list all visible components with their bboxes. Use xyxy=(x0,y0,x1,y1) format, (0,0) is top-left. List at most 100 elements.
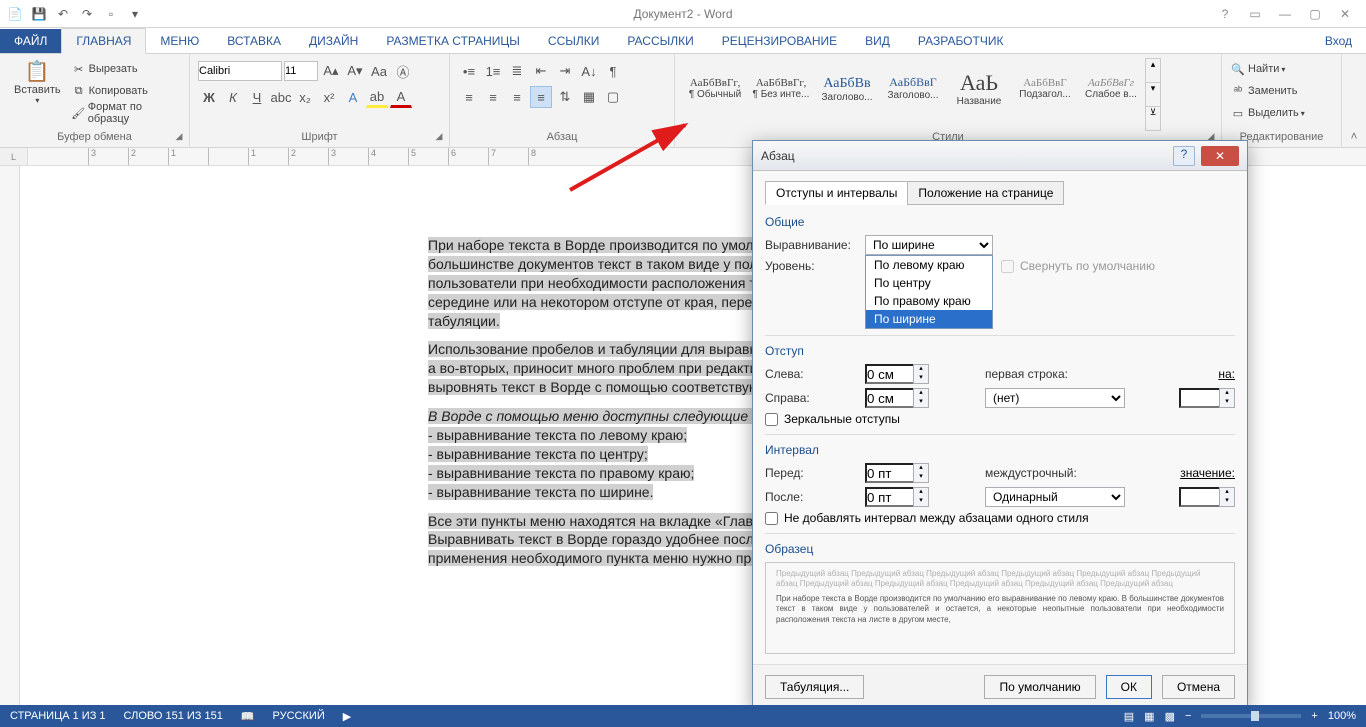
tabs-button[interactable]: Табуляция... xyxy=(765,675,864,699)
zoom-slider[interactable] xyxy=(1201,714,1301,718)
align-option-justify[interactable]: По ширине xyxy=(866,310,992,328)
text-effects-icon[interactable]: A xyxy=(342,86,364,108)
maximize-icon[interactable]: ▢ xyxy=(1302,7,1328,21)
italic-icon[interactable]: К xyxy=(222,86,244,108)
tab-developer[interactable]: РАЗРАБОТЧИК xyxy=(904,29,1018,53)
tab-file[interactable]: ФАЙЛ xyxy=(0,29,61,53)
line-spacing-icon[interactable]: ⇅ xyxy=(554,86,576,108)
numbering-icon[interactable]: 1≡ xyxy=(482,60,504,82)
font-name-input[interactable] xyxy=(198,61,282,81)
view-read-icon[interactable]: ▤ xyxy=(1124,710,1134,723)
spacing-before-input[interactable] xyxy=(865,463,913,483)
dialog-close-icon[interactable]: ✕ xyxy=(1201,146,1239,166)
strike-icon[interactable]: abc xyxy=(270,86,292,108)
borders-icon[interactable]: ▢ xyxy=(602,86,624,108)
style-heading2[interactable]: АаБбВвГЗаголово... xyxy=(881,58,945,118)
close-window-icon[interactable]: ✕ xyxy=(1332,7,1358,21)
dialog-tab-pagination[interactable]: Положение на странице xyxy=(907,181,1064,205)
dialog-titlebar[interactable]: Абзац ? ✕ xyxy=(753,141,1247,171)
bold-icon[interactable]: Ж xyxy=(198,86,220,108)
sort-icon[interactable]: A↓ xyxy=(578,60,600,82)
no-space-same-style-checkbox[interactable] xyxy=(765,512,778,525)
alignment-select[interactable]: По ширине xyxy=(865,235,993,255)
cancel-button[interactable]: Отмена xyxy=(1162,675,1235,699)
spinner-down-icon[interactable]: ▾ xyxy=(914,374,928,383)
highlight-icon[interactable]: ab xyxy=(366,86,388,108)
shrink-font-icon[interactable]: A▾ xyxy=(344,60,366,82)
tab-view[interactable]: ВИД xyxy=(851,29,904,53)
paste-button[interactable]: 📋 Вставить ▾ xyxy=(8,56,67,107)
multilevel-icon[interactable]: ≣ xyxy=(506,60,528,82)
qat-more-icon[interactable]: ▾ xyxy=(126,5,144,23)
status-page[interactable]: СТРАНИЦА 1 ИЗ 1 xyxy=(10,710,106,722)
view-print-icon[interactable]: ▦ xyxy=(1144,710,1154,723)
view-web-icon[interactable]: ▩ xyxy=(1165,710,1175,723)
ruler-vertical[interactable] xyxy=(0,166,20,705)
styles-down-icon[interactable]: ▾ xyxy=(1146,82,1160,106)
mirror-indents-checkbox[interactable] xyxy=(765,413,778,426)
show-marks-icon[interactable]: ¶ xyxy=(602,60,624,82)
status-macro-icon[interactable]: ▶ xyxy=(343,710,351,723)
format-painter-button[interactable]: 🖌Формат по образцу xyxy=(71,102,181,124)
tab-design[interactable]: ДИЗАЙН xyxy=(295,29,372,53)
style-normal[interactable]: АаБбВвГг,¶ Обычный xyxy=(683,58,747,118)
new-icon[interactable]: ▫ xyxy=(102,5,120,23)
subscript-icon[interactable]: x₂ xyxy=(294,86,316,108)
zoom-level[interactable]: 100% xyxy=(1328,710,1356,722)
tab-mailings[interactable]: РАССЫЛКИ xyxy=(613,29,707,53)
undo-icon[interactable]: ↶ xyxy=(54,5,72,23)
increase-indent-icon[interactable]: ⇥ xyxy=(554,60,576,82)
align-center-icon[interactable]: ≡ xyxy=(482,86,504,108)
status-language[interactable]: РУССКИЙ xyxy=(273,710,325,722)
status-words[interactable]: СЛОВО 151 ИЗ 151 xyxy=(124,710,223,722)
dialog-help-icon[interactable]: ? xyxy=(1173,146,1195,166)
bullets-icon[interactable]: •≡ xyxy=(458,60,480,82)
spinner-up-icon[interactable]: ▴ xyxy=(914,389,928,398)
replace-button[interactable]: ᵃᵇЗаменить xyxy=(1230,80,1297,102)
align-option-center[interactable]: По центру xyxy=(866,274,992,292)
find-button[interactable]: 🔍Найти▾ xyxy=(1230,58,1285,80)
underline-icon[interactable]: Ч xyxy=(246,86,268,108)
clear-format-icon[interactable]: Ⓐ xyxy=(392,60,414,82)
collapse-ribbon-icon[interactable]: ˄ xyxy=(1342,54,1366,147)
superscript-icon[interactable]: x² xyxy=(318,86,340,108)
cut-button[interactable]: ✂Вырезать xyxy=(71,58,181,80)
align-option-left[interactable]: По левому краю xyxy=(866,256,992,274)
line-spacing-select[interactable]: Одинарный xyxy=(985,487,1125,507)
ok-button[interactable]: ОК xyxy=(1106,675,1152,699)
status-proofing-icon[interactable]: 📖 xyxy=(241,710,255,723)
set-default-button[interactable]: По умолчанию xyxy=(984,675,1095,699)
redo-icon[interactable]: ↷ xyxy=(78,5,96,23)
font-color-icon[interactable]: A xyxy=(390,86,412,108)
align-right-icon[interactable]: ≡ xyxy=(506,86,528,108)
style-title[interactable]: АаЬНазвание xyxy=(947,58,1011,118)
indent-left-input[interactable] xyxy=(865,364,913,384)
tab-review[interactable]: РЕЦЕНЗИРОВАНИЕ xyxy=(708,29,851,53)
help-icon[interactable]: ? xyxy=(1212,7,1238,21)
spacing-after-input[interactable] xyxy=(865,487,913,507)
styles-up-icon[interactable]: ▴ xyxy=(1146,59,1160,82)
style-heading1[interactable]: АаБбВвЗаголово... xyxy=(815,58,879,118)
change-case-icon[interactable]: Aa xyxy=(368,60,390,82)
dialog-tab-indents[interactable]: Отступы и интервалы xyxy=(765,181,908,205)
font-size-input[interactable] xyxy=(284,61,318,81)
font-launcher-icon[interactable]: ◢ xyxy=(433,131,445,143)
style-subtitle[interactable]: АаБбВвГПодзагол... xyxy=(1013,58,1077,118)
zoom-out-icon[interactable]: − xyxy=(1185,710,1191,722)
line-spacing-value-input[interactable] xyxy=(1179,487,1219,507)
copy-button[interactable]: ⧉Копировать xyxy=(71,80,181,102)
select-button[interactable]: ▭Выделить▾ xyxy=(1230,102,1305,124)
tab-home[interactable]: ГЛАВНАЯ xyxy=(61,28,146,54)
sign-in-link[interactable]: Вход xyxy=(1311,29,1366,53)
style-nospacing[interactable]: АаБбВвГг,¶ Без инте... xyxy=(749,58,813,118)
align-justify-icon[interactable]: ≡ xyxy=(530,86,552,108)
ribbon-display-icon[interactable]: ▭ xyxy=(1242,7,1268,21)
tab-menu[interactable]: Меню xyxy=(146,29,213,53)
paragraph-launcher-icon[interactable]: ◢ xyxy=(658,131,670,143)
zoom-in-icon[interactable]: + xyxy=(1311,710,1317,722)
indent-right-input[interactable] xyxy=(865,388,913,408)
minimize-icon[interactable]: — xyxy=(1272,7,1298,21)
tab-references[interactable]: ССЫЛКИ xyxy=(534,29,613,53)
tab-insert[interactable]: ВСТАВКА xyxy=(213,29,295,53)
align-option-right[interactable]: По правому краю xyxy=(866,292,992,310)
